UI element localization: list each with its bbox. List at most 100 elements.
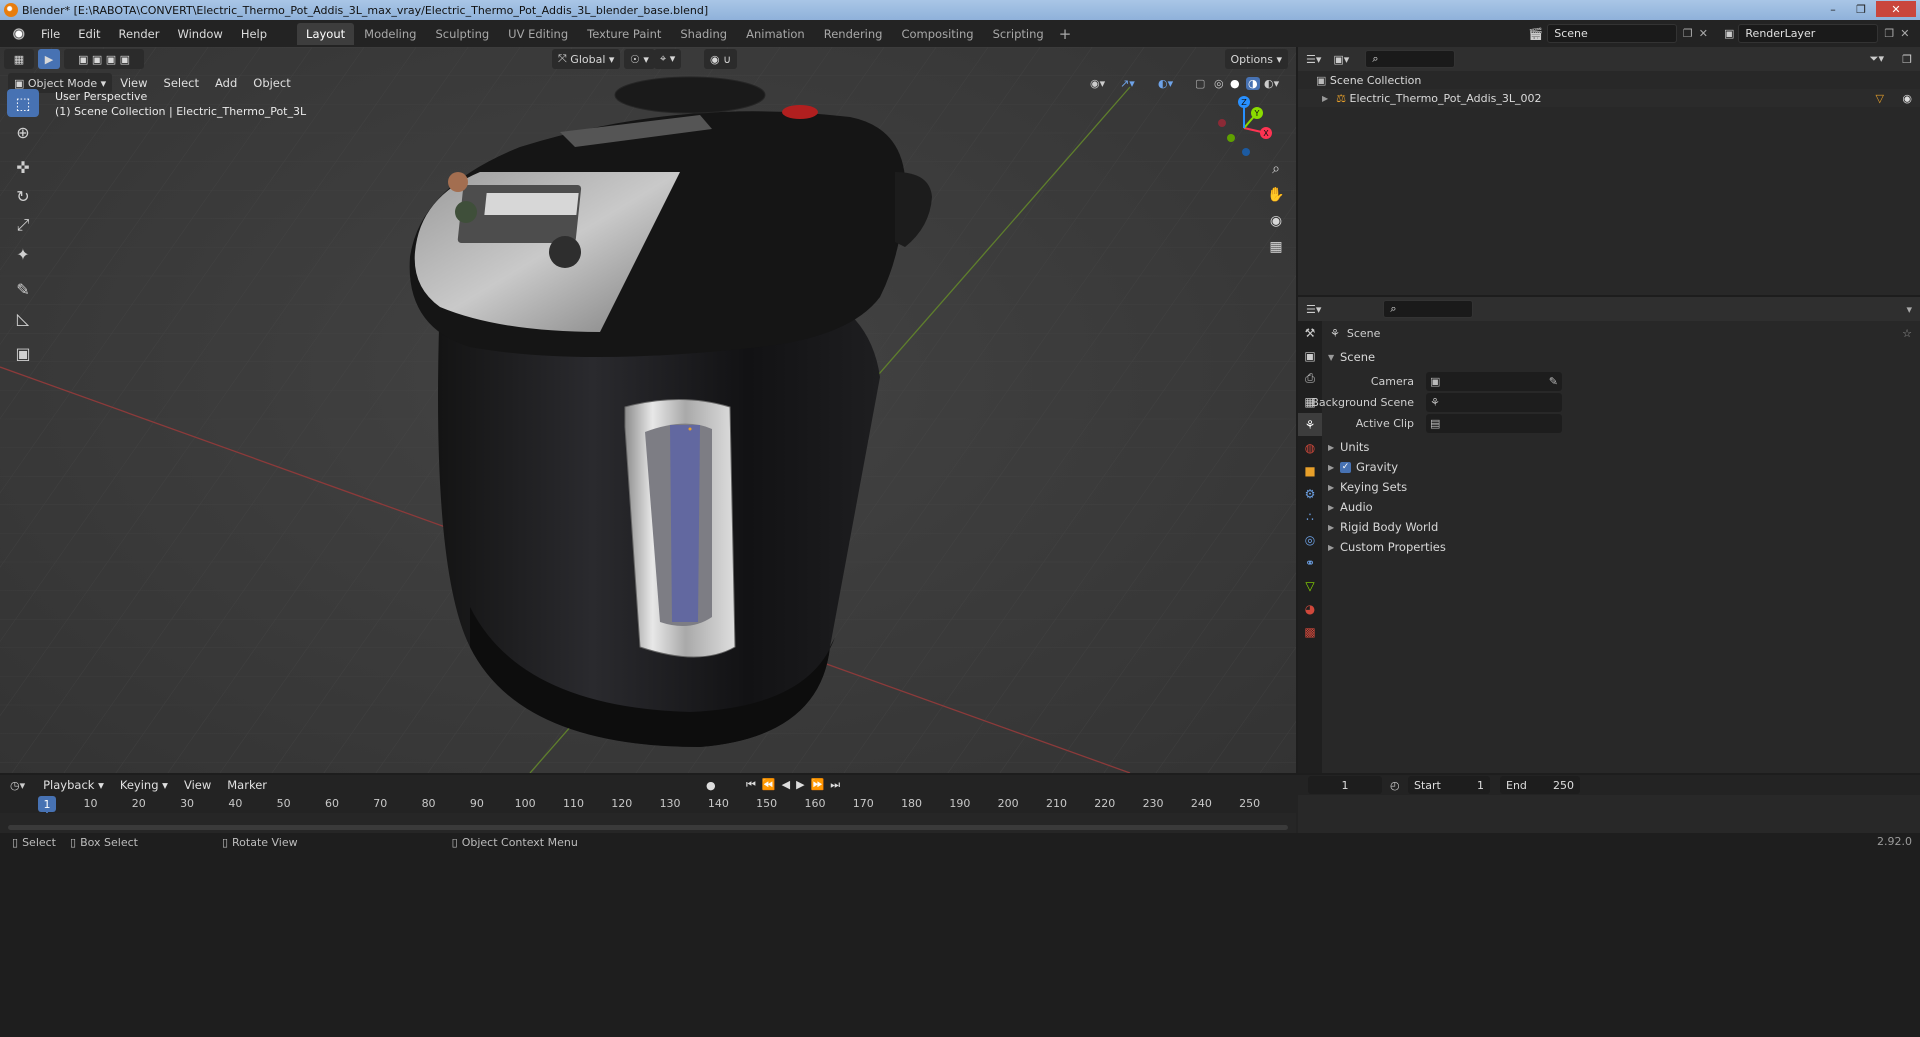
play-icon[interactable]: ▶ — [796, 778, 810, 791]
render-layer-selector[interactable]: ▣ RenderLayer ❐ ✕ — [1724, 24, 1914, 43]
active-clip-field[interactable]: ▤ — [1426, 413, 1562, 433]
end-frame-field[interactable]: End 250 — [1500, 776, 1580, 794]
gizmo-icon[interactable]: ↗▾ — [1120, 77, 1135, 90]
wireframe-shading-icon[interactable]: ◎ — [1214, 77, 1224, 90]
annotate-tool-icon[interactable]: ✎ — [7, 275, 39, 303]
xray-icon[interactable]: ▢ — [1195, 77, 1205, 90]
visibility-eye-icon[interactable]: ◉ — [1902, 92, 1912, 105]
navigation-gizmo[interactable]: X Y Z — [1208, 92, 1280, 164]
timeline-editor-type-icon[interactable]: ◷▾ — [10, 779, 25, 792]
new-render-layer-icon[interactable]: ❐ — [1884, 27, 1894, 40]
properties-options-chevron-icon[interactable]: ▾ — [1906, 303, 1912, 316]
viewport-menu-view[interactable]: View — [112, 76, 155, 90]
rendered-shading-icon[interactable]: ◐▾ — [1264, 77, 1279, 90]
selection-mode-buttons[interactable]: ▣ ▣ ▣ ▣ — [64, 49, 144, 69]
viewport-menu-select[interactable]: Select — [156, 76, 207, 90]
material-tab-icon[interactable]: ◕ — [1298, 597, 1322, 620]
object-data-icon[interactable]: ▽ — [1876, 92, 1884, 105]
object-tab-icon[interactable]: ■ — [1298, 459, 1322, 482]
outliner-object-row[interactable]: ▶ ⚖ Electric_Thermo_Pot_Addis_3L_002 ▽ ◉ — [1298, 89, 1920, 107]
measure-tool-icon[interactable]: ◺ — [7, 304, 39, 332]
world-tab-icon[interactable]: ◍ — [1298, 436, 1322, 459]
outliner-editor-type-icon[interactable]: ☰▾ — [1306, 53, 1321, 66]
neg-z-handle[interactable] — [1242, 148, 1250, 156]
filter-icon[interactable]: ⏷▾ — [1870, 52, 1884, 66]
gravity-checkbox[interactable]: ✓ — [1340, 461, 1351, 473]
display-mode-icon[interactable]: ▣▾ — [1333, 53, 1349, 66]
auto-keying-record-icon[interactable]: ● — [706, 779, 716, 792]
play-reverse-icon[interactable]: ◀ — [782, 778, 796, 791]
tab-rendering[interactable]: Rendering — [815, 23, 892, 45]
scale-tool-icon[interactable]: ⤢ — [7, 211, 39, 239]
move-tool-icon[interactable]: ✜ — [7, 153, 39, 181]
scene-panel-header[interactable]: ▼ Scene — [1324, 347, 1920, 367]
new-scene-icon[interactable]: ❐ — [1683, 27, 1693, 40]
timeline-menu-keying[interactable]: Keying ▾ — [112, 778, 176, 792]
pan-hand-icon[interactable]: ✋ — [1264, 183, 1288, 207]
menu-edit[interactable]: Edit — [69, 27, 109, 41]
scene-name-field[interactable]: Scene — [1547, 24, 1677, 43]
transform-orientation-select[interactable]: ⤧ Global ▾ — [552, 49, 621, 69]
menu-render[interactable]: Render — [110, 27, 169, 41]
solid-shading-icon[interactable]: ● — [1230, 77, 1240, 90]
particles-tab-icon[interactable]: ∴ — [1298, 505, 1322, 528]
tab-compositing[interactable]: Compositing — [892, 23, 982, 45]
custom-properties-panel-header[interactable]: ▶ Custom Properties — [1324, 537, 1920, 557]
timeline-scrollbar[interactable] — [8, 825, 1288, 830]
modifiers-tab-icon[interactable]: ⚙ — [1298, 482, 1322, 505]
tab-animation[interactable]: Animation — [737, 23, 814, 45]
properties-search-input[interactable]: ⌕ — [1383, 300, 1474, 318]
constraints-tab-icon[interactable]: ⚭ — [1298, 551, 1322, 574]
properties-editor-type-icon[interactable]: ☰▾ — [1306, 303, 1321, 316]
tab-modeling[interactable]: Modeling — [355, 23, 425, 45]
jump-keyframe-forward-icon[interactable]: ⏩ — [811, 778, 831, 791]
maximize-button[interactable]: ❐ — [1848, 1, 1874, 17]
menu-window[interactable]: Window — [168, 27, 231, 41]
editor-type-button[interactable]: ▦ — [4, 49, 34, 69]
render-tab-icon[interactable]: ▣ — [1298, 344, 1322, 367]
proportional-edit-button[interactable]: ◉ ∪ — [704, 49, 738, 69]
new-collection-icon[interactable]: ❐ — [1902, 53, 1912, 66]
transform-tool-icon[interactable]: ✦ — [7, 240, 39, 268]
jump-end-icon[interactable]: ⏭ — [830, 778, 846, 791]
tab-texture-paint[interactable]: Texture Paint — [578, 23, 670, 45]
delete-scene-icon[interactable]: ✕ — [1699, 27, 1708, 40]
expand-arrow-icon[interactable]: ▶ — [1322, 94, 1328, 103]
outliner-search-input[interactable]: ⌕ — [1365, 50, 1456, 68]
material-shading-icon[interactable]: ◑ — [1246, 76, 1260, 90]
timeline-track[interactable] — [0, 813, 1296, 833]
audio-panel-header[interactable]: ▶ Audio — [1324, 497, 1920, 517]
select-box-tool-icon[interactable]: ⬚ — [7, 89, 39, 117]
menu-help[interactable]: Help — [232, 27, 276, 41]
tool-tab-icon[interactable]: ⚒ — [1298, 321, 1322, 344]
current-frame-field[interactable]: 1 — [1308, 776, 1382, 794]
blender-logo-icon[interactable] — [10, 25, 26, 42]
eyedropper-icon[interactable]: ✎ — [1549, 375, 1558, 388]
background-scene-field[interactable]: ⚘ — [1426, 392, 1562, 412]
camera-view-icon[interactable]: ◉ — [1264, 209, 1288, 233]
data-tab-icon[interactable]: ▽ — [1298, 574, 1322, 597]
neg-x-handle[interactable] — [1218, 119, 1226, 127]
viewport-menu-add[interactable]: Add — [207, 76, 245, 90]
units-panel-header[interactable]: ▶ Units — [1324, 437, 1920, 457]
timeline-menu-marker[interactable]: Marker — [219, 778, 275, 792]
keying-sets-panel-header[interactable]: ▶ Keying Sets — [1324, 477, 1920, 497]
viewport-menu-object[interactable]: Object — [245, 76, 298, 90]
menu-file[interactable]: File — [32, 27, 69, 41]
scene-collection-row[interactable]: ▣ Scene Collection — [1298, 71, 1920, 89]
tab-scripting[interactable]: Scripting — [984, 23, 1053, 45]
ortho-grid-icon[interactable]: ▦ — [1264, 235, 1288, 259]
rotate-tool-icon[interactable]: ↻ — [7, 182, 39, 210]
timeline-menu-view[interactable]: View — [176, 778, 219, 792]
physics-tab-icon[interactable]: ◎ — [1298, 528, 1322, 551]
minimize-button[interactable]: – — [1820, 1, 1846, 17]
pin-icon[interactable]: ☆ — [1902, 327, 1912, 340]
jump-start-icon[interactable]: ⏮ — [746, 778, 762, 791]
frame-ruler[interactable]: 1 10 20 30 40 50 60 70 80 90 100 110 120 130 140 150 160… — [0, 795, 1296, 832]
scene-selector[interactable]: 🎬︎ Scene ❐ ✕ — [1528, 24, 1708, 43]
overlays-icon[interactable]: ◐▾ — [1158, 77, 1173, 90]
start-frame-field[interactable]: Start 1 — [1408, 776, 1490, 794]
stopwatch-icon[interactable]: ◴ — [1390, 779, 1400, 792]
visibility-icon[interactable]: ◉▾ — [1090, 77, 1105, 90]
tab-shading[interactable]: Shading — [671, 23, 736, 45]
